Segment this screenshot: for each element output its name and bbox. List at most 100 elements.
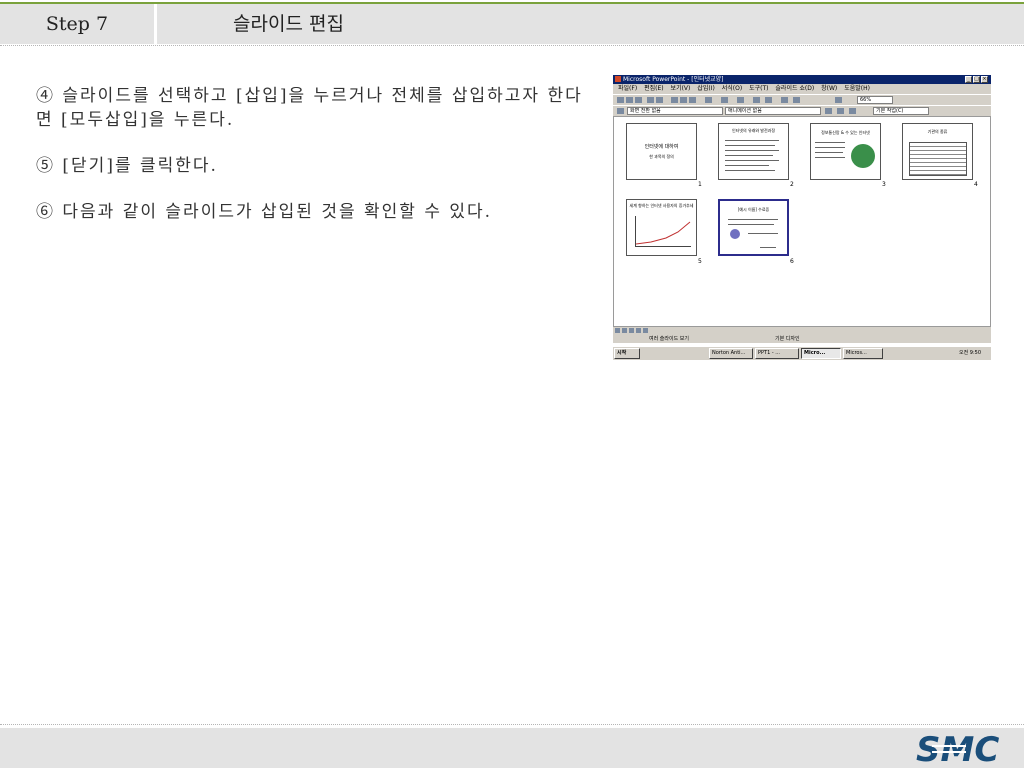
hyperlink-icon[interactable] xyxy=(737,97,744,103)
slide-title: 정보통신망 & 수 있는 인터넷 xyxy=(821,130,870,135)
chart-icon[interactable] xyxy=(765,97,772,103)
slide-body-line xyxy=(728,224,774,225)
chart-line xyxy=(635,221,691,245)
instruction-5: ⑤ [닫기]를 클릭한다. xyxy=(36,156,218,176)
slide-thumbnail[interactable]: 인터넷의 유래와 발전과정 xyxy=(718,123,789,180)
logo-stripe xyxy=(932,751,966,753)
taskbar-item[interactable]: Micros... xyxy=(843,348,883,359)
view-buttons-row xyxy=(613,327,991,335)
menu-tools[interactable]: 도구(T) xyxy=(749,85,768,92)
spelling-icon[interactable] xyxy=(656,97,663,103)
footer-dotted-line xyxy=(0,724,1024,725)
maximize-icon[interactable]: □ xyxy=(973,76,980,83)
slide-body-line xyxy=(725,140,779,141)
slide-number: 2 xyxy=(790,181,794,188)
menu-view[interactable]: 보기(V) xyxy=(671,85,691,92)
slide-number: 4 xyxy=(974,181,978,188)
slide-chart xyxy=(635,216,691,247)
close-icon[interactable]: × xyxy=(981,76,988,83)
slide-body-line xyxy=(815,147,845,148)
transition-combo[interactable]: 화면 전환 없음 xyxy=(627,107,723,115)
taskbar-item[interactable]: PPT1 - ... xyxy=(755,348,799,359)
taskbar-item-active[interactable]: Micro... xyxy=(801,348,841,359)
menu-edit[interactable]: 편집(E) xyxy=(644,85,664,92)
taskbar-item[interactable]: Norton Anti... xyxy=(709,348,753,359)
menu-insert[interactable]: 삽입(I) xyxy=(697,85,715,92)
expand-icon[interactable] xyxy=(781,97,788,103)
slide-thumbnail[interactable]: 정보통신망 & 수 있는 인터넷 xyxy=(810,123,881,180)
slide-number: 6 xyxy=(790,258,794,265)
slide-thumbnail[interactable]: 기관의 종류 xyxy=(902,123,973,180)
slide-thumbnail[interactable]: 인터넷에 대하여 한 과목의 정의 xyxy=(626,123,697,180)
animation-preview-icon[interactable] xyxy=(825,108,832,114)
header-divider xyxy=(154,4,157,44)
animation-combo[interactable]: 애니메이션 없음 xyxy=(725,107,821,115)
open-icon[interactable] xyxy=(626,97,633,103)
slide-subtitle: 한 과목의 정의 xyxy=(649,154,674,159)
save-icon[interactable] xyxy=(635,97,642,103)
slide-body-line xyxy=(728,219,778,220)
slide-title: 인터넷에 대하여 xyxy=(644,144,679,150)
minimize-icon[interactable]: _ xyxy=(965,76,972,83)
slide-title: 기관의 종류 xyxy=(927,129,948,134)
slide-number: 1 xyxy=(698,181,702,188)
footer-bar xyxy=(0,728,1024,768)
award-ribbon-image xyxy=(730,229,740,239)
undo-icon[interactable] xyxy=(705,97,712,103)
globe-image xyxy=(851,144,875,168)
sorter-view-icon[interactable] xyxy=(636,328,641,333)
slide-thumbnail-selected[interactable]: [예시 이름] 수료증 xyxy=(718,199,789,256)
slide-sorter: 인터넷에 대하여 한 과목의 정의 1 인터넷의 유래와 발전과정 2 정보통신… xyxy=(613,116,991,327)
zoom-combo[interactable]: 66% xyxy=(857,96,893,104)
rehearse-timings-icon[interactable] xyxy=(849,108,856,114)
copy-icon[interactable] xyxy=(680,97,687,103)
start-button[interactable]: 시작 xyxy=(614,348,640,359)
window-title: Microsoft PowerPoint - [인터넷교양] xyxy=(623,76,724,83)
menu-help[interactable]: 도움말(H) xyxy=(844,85,870,92)
status-design: 기본 디자인 xyxy=(775,336,800,342)
hide-slide-icon[interactable] xyxy=(837,108,844,114)
slide-table xyxy=(909,142,967,176)
header-dotted-line xyxy=(0,45,1024,46)
status-view: 여러 슬라이드 보기 xyxy=(649,336,689,342)
cut-icon[interactable] xyxy=(671,97,678,103)
slide-title: 인터넷의 유래와 발전과정 xyxy=(731,128,776,133)
slide-title: [예시 이름] 수료증 xyxy=(737,207,770,212)
slide-view-icon[interactable] xyxy=(629,328,634,333)
slide-body-line xyxy=(725,155,773,156)
slideshow-view-icon[interactable] xyxy=(643,328,648,333)
outline-view-icon[interactable] xyxy=(622,328,627,333)
standard-toolbar: 66% xyxy=(613,94,991,105)
new-icon[interactable] xyxy=(617,97,624,103)
instructions: ④ 슬라이드를 선택하고 [삽입]을 누르거나 전체를 삽입하고자 한다면 [모… xyxy=(36,84,596,246)
summary-slide-icon[interactable] xyxy=(617,108,624,114)
windows-taskbar: 시작 Norton Anti... PPT1 - ... Micro... Mi… xyxy=(613,346,991,360)
menu-window[interactable]: 창(W) xyxy=(821,85,837,92)
print-icon[interactable] xyxy=(647,97,654,103)
window-title-bar: Microsoft PowerPoint - [인터넷교양] _ □ × xyxy=(613,75,991,84)
menu-format[interactable]: 서식(O) xyxy=(722,85,742,92)
slide-title: 세계 향하는 인터넷 사용자의 증가추세 xyxy=(629,203,694,208)
slide-body-line xyxy=(748,233,778,234)
slide-body-line xyxy=(725,145,775,146)
taskbar-clock: 오전 9:50 xyxy=(959,350,982,356)
slide-body-line xyxy=(725,170,775,171)
instruction-4: ④ 슬라이드를 선택하고 [삽입]을 누르거나 전체를 삽입하고자 한다면 [모… xyxy=(36,86,583,130)
grayscale-icon[interactable] xyxy=(793,97,800,103)
common-tasks-button[interactable]: 기본 작업(C) xyxy=(873,107,929,115)
slide-body-line xyxy=(725,160,779,161)
page-title: 슬라이드 편집 xyxy=(233,13,344,35)
status-bar: 여러 슬라이드 보기 기본 디자인 xyxy=(613,335,991,343)
powerpoint-screenshot: Microsoft PowerPoint - [인터넷교양] _ □ × 파일(… xyxy=(613,75,991,360)
slide-number: 3 xyxy=(882,181,886,188)
slide-body-line xyxy=(760,247,776,248)
redo-icon[interactable] xyxy=(721,97,728,103)
slide-body-line xyxy=(815,157,845,158)
paste-icon[interactable] xyxy=(689,97,696,103)
table-icon[interactable] xyxy=(753,97,760,103)
normal-view-icon[interactable] xyxy=(615,328,620,333)
slide-thumbnail[interactable]: 세계 향하는 인터넷 사용자의 증가추세 xyxy=(626,199,697,256)
menu-file[interactable]: 파일(F) xyxy=(618,85,637,92)
menu-slideshow[interactable]: 슬라이드 쇼(D) xyxy=(775,85,814,92)
help-icon[interactable] xyxy=(835,97,842,103)
